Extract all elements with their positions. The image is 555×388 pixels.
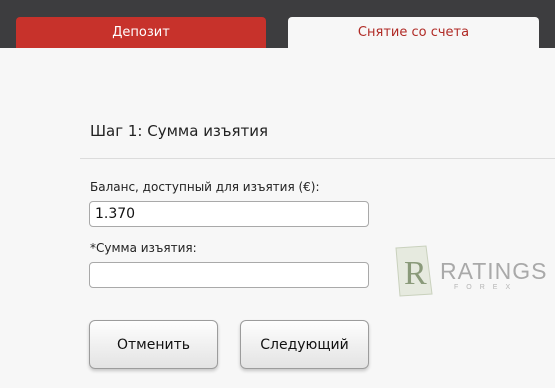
watermark-sub: FOREX (454, 284, 519, 291)
tab-deposit[interactable]: Депозит (16, 17, 266, 48)
cancel-button-label: Отменить (116, 336, 190, 353)
next-button-label: Следующий (260, 336, 349, 353)
watermark-brand: RATINGS (440, 258, 548, 284)
ratings-logo-icon: R (395, 245, 433, 297)
tab-withdraw[interactable]: Снятие со счета (288, 17, 539, 48)
amount-label: *Сумма изъятия: (90, 241, 197, 255)
amount-input[interactable] (89, 262, 369, 288)
balance-label: Баланс, доступный для изъятия (€): (90, 180, 320, 194)
withdrawal-form-panel: Шаг 1: Сумма изъятия Баланс, доступный д… (0, 48, 555, 388)
top-navigation-bar: Депозит Снятие со счета (0, 0, 555, 48)
balance-value: 1.370 (95, 206, 136, 222)
step-title: Шаг 1: Сумма изъятия (90, 122, 269, 140)
cancel-button[interactable]: Отменить (89, 320, 218, 369)
next-button[interactable]: Следующий (240, 320, 369, 369)
balance-field[interactable]: 1.370 (89, 201, 369, 227)
svg-text:R: R (404, 255, 427, 292)
ratings-forex-watermark: R RATINGS FOREX (392, 244, 552, 298)
divider (80, 158, 555, 159)
tab-deposit-label: Депозит (112, 25, 170, 40)
tab-withdraw-label: Снятие со счета (357, 25, 470, 40)
